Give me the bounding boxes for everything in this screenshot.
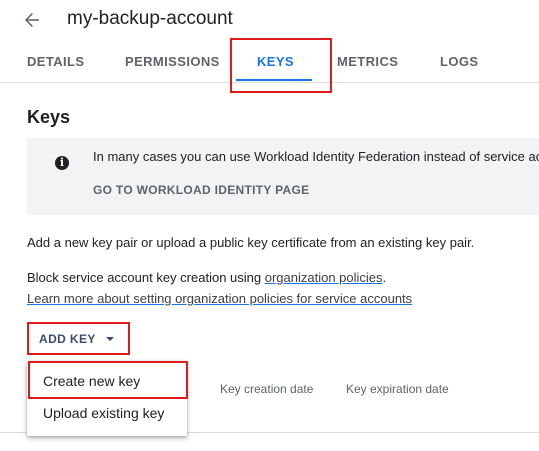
column-header-expiration-date[interactable]: Key expiration date	[346, 382, 449, 396]
caret-down-icon	[105, 337, 114, 341]
block-text-suffix: .	[382, 270, 387, 285]
menu-item-create-new-key[interactable]: Create new key	[27, 365, 187, 397]
column-header-creation-date[interactable]: Key creation date	[220, 382, 313, 396]
add-key-button[interactable]: ADD KEY	[29, 325, 127, 353]
organization-policies-link[interactable]: organization policies	[265, 270, 383, 285]
learn-more-link[interactable]: Learn more about setting organization po…	[27, 291, 412, 306]
menu-item-upload-existing-key[interactable]: Upload existing key	[27, 397, 187, 429]
info-icon: i	[55, 156, 69, 170]
banner-text: In many cases you can use Workload Ident…	[93, 149, 539, 164]
add-key-label: ADD KEY	[39, 332, 96, 346]
block-text-prefix: Block service account key creation using	[27, 270, 265, 285]
key-description: Add a new key pair or upload a public ke…	[27, 235, 475, 250]
tab-keys[interactable]: KEYS	[257, 40, 294, 82]
section-title: Keys	[27, 107, 71, 127]
block-key-creation-text: Block service account key creation using…	[27, 270, 386, 285]
tab-logs[interactable]: LOGS	[440, 40, 478, 82]
back-button[interactable]	[20, 8, 44, 32]
add-key-menu: Create new key Upload existing key	[27, 361, 187, 436]
page-header: my-backup-account	[0, 0, 539, 40]
page-title: my-backup-account	[67, 8, 233, 29]
tab-permissions[interactable]: PERMISSIONS	[125, 40, 220, 82]
tab-bar: DETAILS PERMISSIONS KEYS METRICS LOGS	[0, 40, 539, 83]
tab-metrics[interactable]: METRICS	[337, 40, 398, 82]
arrow-back-icon	[25, 13, 39, 27]
workload-identity-link[interactable]: GO TO WORKLOAD IDENTITY PAGE	[93, 183, 309, 197]
active-tab-indicator	[236, 79, 312, 81]
tab-details[interactable]: DETAILS	[27, 40, 84, 82]
